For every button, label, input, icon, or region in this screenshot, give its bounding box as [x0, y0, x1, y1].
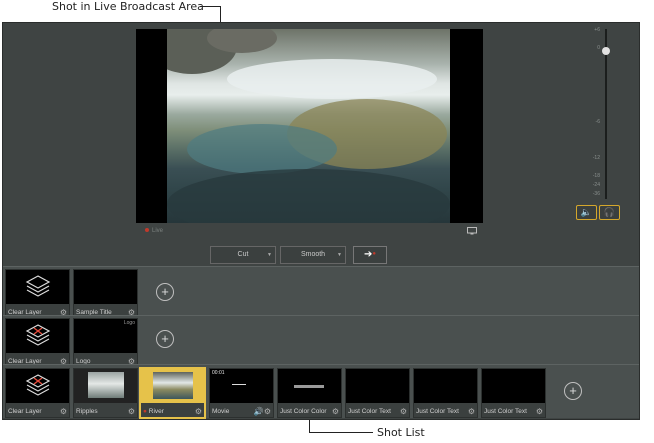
app-window: Live +6 0 -6 -12 -18 -24 -36 🔈 🎧 Cut ▼ S… [2, 22, 640, 420]
live-indicator: Live [145, 228, 163, 234]
live-dot: ● [372, 251, 376, 257]
chevron-down-icon: ▼ [337, 252, 342, 258]
shot-tile[interactable]: Just Color Color ⚙ [277, 368, 342, 418]
gear-icon[interactable]: ⚙ [195, 407, 202, 416]
shot-tile-selected[interactable]: ● River ⚙ [139, 367, 206, 419]
layers-icon [25, 324, 51, 346]
layer-row: Clear Layer ⚙ Sample Title ⚙ + [3, 266, 639, 319]
layers-icon [25, 275, 51, 297]
shot-label: Just Color Color [280, 408, 327, 415]
shot-label: Movie [212, 408, 230, 415]
preview-video-frame [167, 29, 450, 223]
shot-thumbnail [74, 270, 137, 304]
scale-label: -36 [592, 191, 600, 197]
shot-thumbnail [482, 369, 545, 403]
shot-thumbnail: Logo [74, 319, 137, 353]
scale-label: +6 [594, 27, 600, 33]
scale-label: -12 [592, 155, 600, 161]
shot-thumbnail [74, 369, 137, 403]
add-shot-button[interactable]: + [156, 283, 174, 301]
shot-tile[interactable]: Just Color Text ⚙ [345, 368, 410, 418]
layer-row: Clear Layer ⚙ Logo Logo ⚙ + [3, 315, 639, 368]
shot-tile[interactable]: Clear Layer ⚙ [5, 368, 70, 418]
headphones-icon: 🎧 [603, 207, 616, 217]
annotation-shot-list: Shot List [377, 426, 425, 439]
add-shot-button[interactable]: + [156, 330, 174, 348]
shot-tile[interactable]: Just Color Text ⚙ [413, 368, 478, 418]
scale-label: -18 [592, 173, 600, 179]
chevron-down-icon: ▼ [267, 252, 272, 258]
gear-icon[interactable]: ⚙ [536, 407, 543, 416]
shot-label: ● River [143, 408, 164, 415]
shot-label: Just Color Text [348, 408, 391, 415]
monitor-icon[interactable] [467, 227, 477, 235]
shot-thumbnail [6, 369, 69, 403]
smooth-label: Smooth [300, 251, 326, 258]
scale-label: -24 [592, 182, 600, 188]
shot-tile[interactable]: Just Color Text ⚙ [481, 368, 546, 418]
shot-thumbnail [414, 369, 477, 403]
transition-speed-select[interactable]: Smooth ▼ [280, 246, 346, 264]
shot-tile[interactable]: 00:01 Movie 🔊⚙ [209, 368, 274, 418]
shot-label-text: River [148, 408, 164, 415]
speaker-button[interactable]: 🔈 [576, 205, 597, 220]
add-shot-button[interactable]: + [564, 382, 582, 400]
shot-thumbnail [278, 369, 341, 403]
layer-row: Clear Layer ⚙ Ripples ⚙ ● River ⚙ 00:01 … [3, 364, 639, 419]
scale-label: 0 [597, 45, 600, 51]
gear-icon[interactable]: ⚙ [60, 407, 67, 416]
audio-level-scale: +6 0 -6 -12 -18 -24 -36 [586, 27, 600, 199]
shot-label: Clear Layer [8, 408, 42, 415]
shot-tile[interactable]: Ripples ⚙ [73, 368, 138, 418]
annotation-live-area: Shot in Live Broadcast Area [52, 0, 204, 13]
gear-icon[interactable]: ⚙ [128, 407, 135, 416]
shot-tile[interactable]: Clear Layer ⚙ [5, 318, 70, 368]
shot-thumbnail: 00:01 [210, 369, 273, 403]
shot-thumbnail [6, 319, 69, 353]
gear-icon[interactable]: ⚙ [332, 407, 339, 416]
annotation-leader-line [309, 432, 373, 433]
shot-thumbnail [6, 270, 69, 304]
live-dot: ● [143, 408, 147, 415]
shot-label: Just Color Text [416, 408, 459, 415]
layers-icon [25, 374, 51, 396]
shot-tile[interactable]: Clear Layer ⚙ [5, 269, 70, 319]
gear-icon[interactable]: 🔊⚙ [254, 407, 271, 416]
shot-thumbnail [346, 369, 409, 403]
thumb-text: 00:01 [212, 370, 225, 376]
transition-cut-select[interactable]: Cut ▼ [210, 246, 276, 264]
shot-label: Just Color Text [484, 408, 527, 415]
speaker-icon: 🔈 [580, 207, 593, 217]
live-label: Live [152, 228, 164, 234]
shot-tile[interactable]: Logo Logo ⚙ [73, 318, 138, 368]
thumb-text: Logo [123, 320, 135, 326]
volume-slider-handle[interactable] [602, 47, 610, 55]
live-preview [136, 29, 483, 223]
annotation-leader-line [200, 6, 220, 7]
shot-label: Ripples [76, 408, 98, 415]
take-transition-button[interactable]: ➔● [353, 246, 387, 264]
gear-icon[interactable]: ⚙ [400, 407, 407, 416]
shot-tile[interactable]: Sample Title ⚙ [73, 269, 138, 319]
scale-label: -6 [595, 119, 600, 125]
cut-label: Cut [237, 251, 249, 258]
shot-thumbnail [141, 369, 204, 403]
headphones-button[interactable]: 🎧 [599, 205, 620, 220]
live-dot [145, 228, 149, 233]
gear-icon[interactable]: ⚙ [468, 407, 475, 416]
